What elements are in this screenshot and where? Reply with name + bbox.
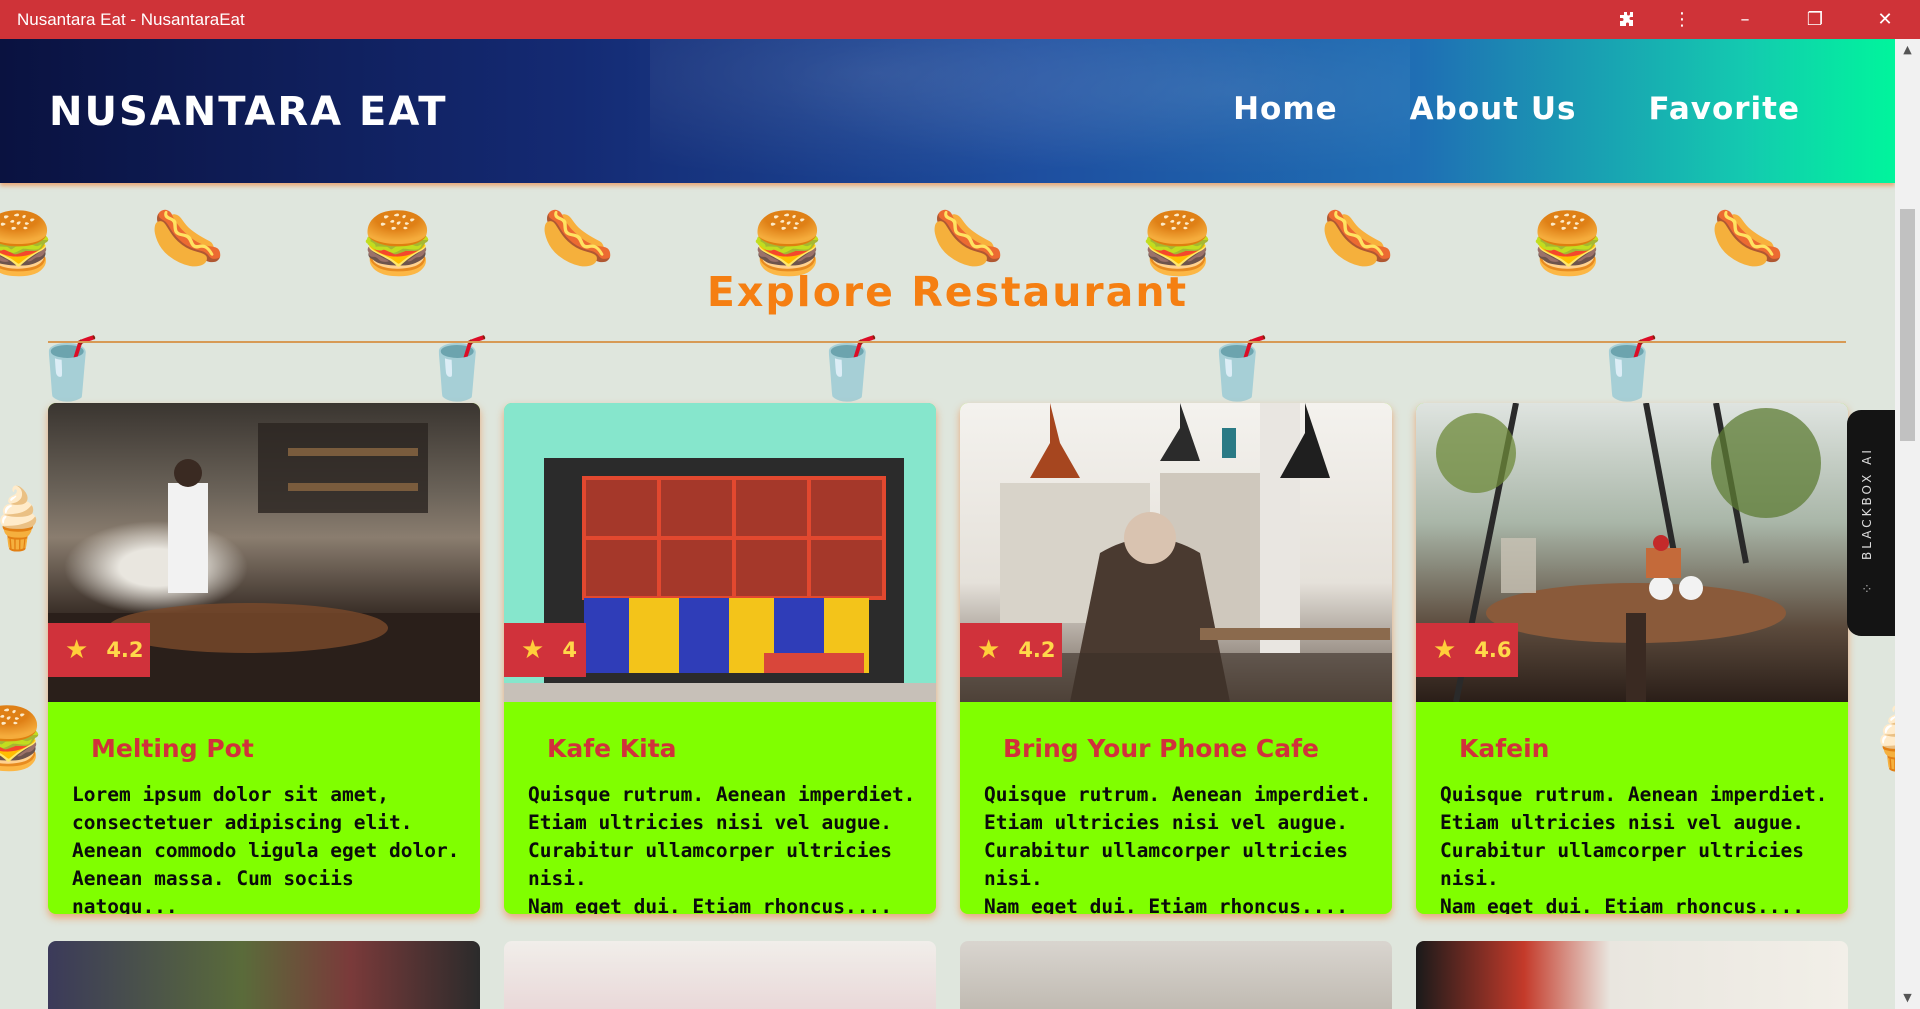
nav-favorite[interactable]: Favorite — [1648, 91, 1800, 127]
restaurant-card[interactable]: ★ 4.2 Bring Your Phone Cafe Quisque rutr… — [960, 403, 1392, 914]
rating-badge: ★ 4.6 — [1416, 623, 1518, 677]
section-title: Explore Restaurant — [706, 268, 1189, 316]
nav-home[interactable]: Home — [1233, 91, 1338, 127]
close-icon[interactable]: ✕ — [1850, 0, 1920, 39]
restaurant-description: Quisque rutrum. Aenean imperdiet. Etiam … — [984, 783, 1372, 914]
page-scrollbar[interactable]: ▲ ▼ — [1895, 39, 1920, 1009]
window-title: Nusantara Eat - NusantaraEat — [17, 9, 245, 29]
window-titlebar: Nusantara Eat - NusantaraEat ⋮ – ❐ ✕ — [0, 0, 1920, 39]
widget-logo-icon: ⁘ — [1861, 582, 1873, 598]
rating-value: 4.2 — [1018, 638, 1056, 662]
restaurant-photo — [504, 941, 936, 1009]
scroll-down-icon[interactable]: ▼ — [1895, 987, 1920, 1009]
restaurant-description: Quisque rutrum. Aenean imperdiet. Etiam … — [1440, 783, 1828, 914]
window-controls: ⋮ – ❐ ✕ — [1600, 0, 1920, 39]
rating-value: 4.2 — [106, 638, 144, 662]
restaurant-photo — [1416, 941, 1848, 1009]
scrollbar-thumb[interactable] — [1900, 209, 1915, 441]
minimize-icon[interactable]: – — [1710, 0, 1780, 39]
extension-icon[interactable] — [1600, 0, 1654, 39]
section-divider — [48, 341, 1846, 343]
rating-badge: ★ 4.2 — [960, 623, 1062, 677]
restaurant-card[interactable] — [48, 941, 480, 1009]
restaurant-card[interactable]: ★ 4.2 Melting Pot Lorem ipsum dolor sit … — [48, 403, 480, 914]
restaurant-card[interactable]: ★ 4.6 Kafein Quisque rutrum. Aenean impe… — [1416, 403, 1848, 914]
scroll-up-icon[interactable]: ▲ — [1895, 39, 1920, 61]
widget-label: BLACKBOX AI — [1860, 447, 1874, 560]
restaurant-name[interactable]: Kafein — [1459, 734, 1549, 763]
restaurant-photo — [960, 941, 1392, 1009]
restaurant-description: Quisque rutrum. Aenean imperdiet. Etiam … — [528, 783, 916, 914]
restaurant-card[interactable] — [1416, 941, 1848, 1009]
star-icon: ★ — [977, 635, 1001, 665]
menu-dots-icon[interactable]: ⋮ — [1654, 0, 1710, 39]
restore-icon[interactable]: ❐ — [1780, 0, 1850, 39]
restaurant-card[interactable] — [504, 941, 936, 1009]
brand-logo[interactable]: NUSANTARA EAT — [49, 89, 447, 135]
rating-value: 4 — [562, 638, 577, 662]
star-icon: ★ — [65, 635, 89, 665]
star-icon: ★ — [521, 635, 545, 665]
restaurant-name[interactable]: Melting Pot — [91, 734, 254, 763]
restaurant-card[interactable]: ★ 4 Kafe Kita Quisque rutrum. Aenean imp… — [504, 403, 936, 914]
star-icon: ★ — [1433, 635, 1457, 665]
nav-about-us[interactable]: About Us — [1410, 91, 1577, 127]
restaurant-name[interactable]: Bring Your Phone Cafe — [1003, 734, 1319, 763]
main-nav: Home About Us Favorite — [1233, 91, 1800, 127]
restaurant-name[interactable]: Kafe Kita — [547, 734, 677, 763]
site-header: NUSANTARA EAT Home About Us Favorite — [0, 39, 1895, 183]
rating-badge: ★ 4.2 — [48, 623, 150, 677]
restaurant-photo — [48, 941, 480, 1009]
restaurant-card[interactable] — [960, 941, 1392, 1009]
rating-badge: ★ 4 — [504, 623, 586, 677]
rating-value: 4.6 — [1474, 638, 1512, 662]
restaurant-description: Lorem ipsum dolor sit amet, consectetuer… — [72, 783, 460, 914]
blackbox-ai-widget[interactable]: BLACKBOX AI ⁘ — [1847, 410, 1895, 636]
